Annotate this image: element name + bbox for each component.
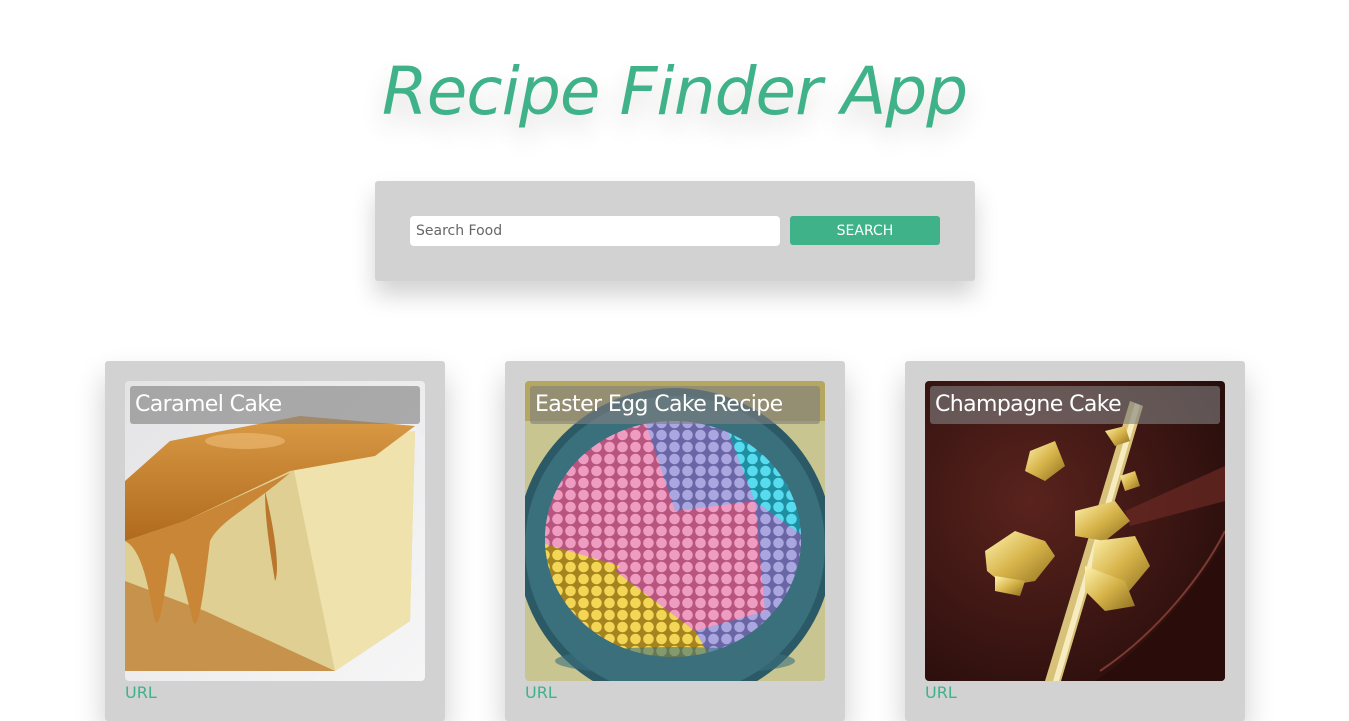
recipe-image: Caramel Cake	[125, 381, 425, 681]
recipe-title: Easter Egg Cake Recipe	[530, 386, 820, 424]
recipe-title: Champagne Cake	[930, 386, 1220, 424]
recipe-url-link[interactable]: URL	[525, 683, 557, 702]
search-input[interactable]	[410, 216, 780, 246]
app-title: Recipe Finder App	[381, 53, 968, 130]
recipe-image: Easter Egg Cake Recipe	[525, 381, 825, 681]
recipe-title: Caramel Cake	[130, 386, 420, 424]
recipe-url-link[interactable]: URL	[925, 683, 957, 702]
recipe-image: Champagne Cake	[925, 381, 1225, 681]
recipe-card: Caramel Cake URL	[105, 361, 445, 721]
recipe-card: Easter Egg Cake Recipe URL	[505, 361, 845, 721]
recipe-card: Champagne Cake URL	[905, 361, 1245, 721]
recipe-url-link[interactable]: URL	[125, 683, 157, 702]
search-panel: SEARCH	[375, 181, 975, 281]
search-button[interactable]: SEARCH	[790, 216, 940, 245]
